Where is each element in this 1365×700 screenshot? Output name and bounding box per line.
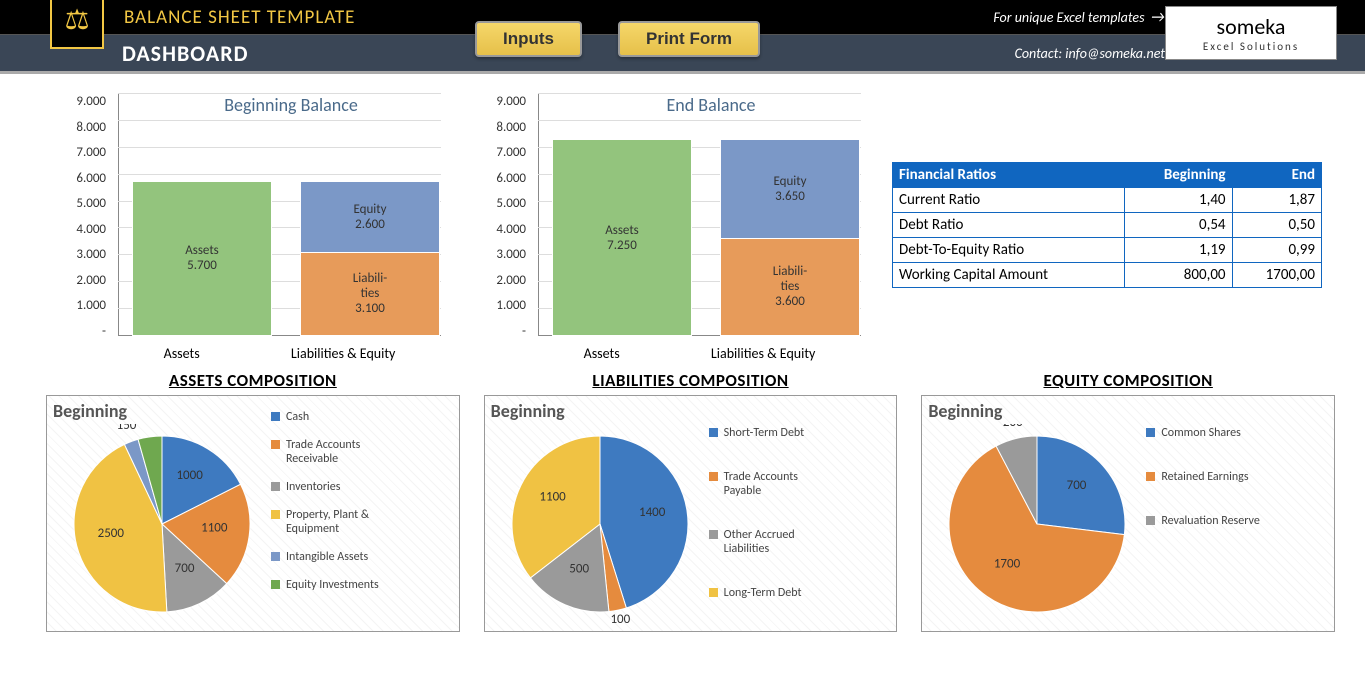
balance-scale-icon: ⚖ [50,0,104,49]
composition-3: LIABILITIES COMPOSITION Beginning 140010… [484,370,898,632]
composition-2: ASSETS COMPOSITION Beginning 10001100700… [46,370,460,632]
inputs-button[interactable]: Inputs [475,21,582,57]
composition-4: EQUITY COMPOSITION Beginning 7001700200C… [921,370,1335,632]
legend-item: Intangible Assets [271,550,391,564]
header-sub: DASHBOARD Inputs Print Form Contact: inf… [0,34,1365,74]
svg-text:1000: 1000 [176,468,203,483]
table-row: Current Ratio1,401,87 [893,188,1322,213]
legend-item: Short-Term Debt [709,426,829,440]
svg-text:1400: 1400 [639,505,666,520]
logo: someka Excel Solutions [1165,6,1337,60]
svg-text:1700: 1700 [994,556,1021,571]
end-balance-chart: End Balance9.0008.0007.0006.0005.0004.00… [466,84,866,364]
svg-text:1100: 1100 [539,490,566,505]
legend-item: Trade Accounts Receivable [271,438,391,466]
legend-item: Other Accrued Liabilities [709,528,829,556]
legend-item: Retained Earnings [1146,470,1259,484]
legend-item: Common Shares [1146,426,1259,440]
beginning-balance-chart: Beginning Balance9.0008.0007.0006.0005.0… [46,84,446,364]
legend-item: Long-Term Debt [709,586,829,600]
svg-text:100: 100 [610,612,630,624]
arrow-right-icon: → [1151,8,1165,27]
table-row: Working Capital Amount800,001700,00 [893,263,1322,288]
svg-text:500: 500 [569,562,589,577]
table-row: Debt-To-Equity Ratio1,190,99 [893,238,1322,263]
legend-item: Trade Accounts Payable [709,470,829,498]
templates-link[interactable]: For unique Excel templates→ [993,8,1165,27]
svg-text:250: 250 [138,424,158,428]
svg-text:2500: 2500 [98,526,125,541]
contact-text: Contact: info@someka.net [1015,45,1165,62]
print-form-button[interactable]: Print Form [618,21,760,57]
subtitle: DASHBOARD [122,40,248,67]
svg-text:700: 700 [1067,478,1087,493]
svg-text:150: 150 [117,424,137,433]
page-title: BALANCE SHEET TEMPLATE [124,6,355,29]
financial-ratios-table: Financial RatiosBeginningEnd Current Rat… [892,162,1322,288]
legend-item: Cash [271,410,391,424]
svg-text:200: 200 [1003,424,1023,430]
legend-item: Equity Investments [271,578,391,592]
legend-item: Property, Plant & Equipment [271,508,391,536]
legend-item: Revaluation Reserve [1146,514,1259,528]
legend-item: Inventories [271,480,391,494]
table-row: Debt Ratio0,540,50 [893,213,1322,238]
svg-text:700: 700 [175,561,195,576]
svg-text:1100: 1100 [201,520,228,535]
